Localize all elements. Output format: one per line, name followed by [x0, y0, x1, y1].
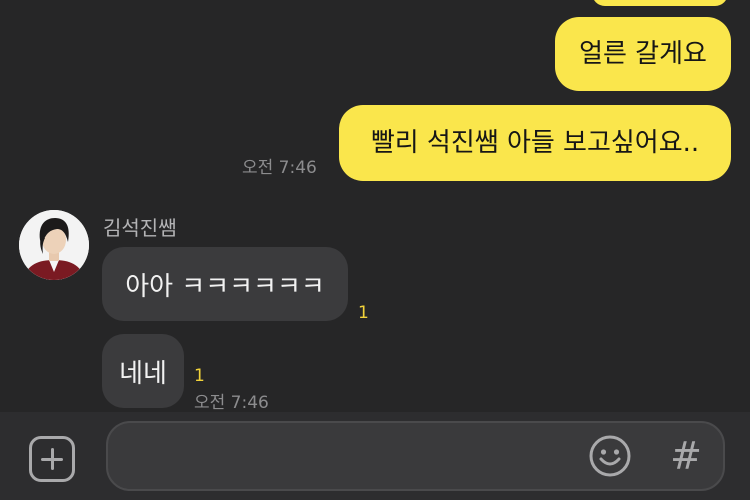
- sent-message-bubble[interactable]: 얼른 갈게요: [555, 17, 731, 91]
- profile-photo: [19, 210, 89, 280]
- sent-message-bubble[interactable]: [592, 0, 728, 6]
- unread-count: 1: [194, 366, 205, 386]
- hash-icon[interactable]: #: [666, 434, 706, 478]
- received-message-bubble[interactable]: 아아 ㅋㅋㅋㅋㅋㅋ: [102, 247, 348, 321]
- received-message-time: 오전 7:46: [194, 393, 269, 412]
- sent-message-text: 얼른 갈게요: [579, 39, 707, 69]
- chat-area: 얼른 갈게요 빨리 석진쌤 아들 보고싶어요.. 오전 7:46 김석진쌤 아아…: [0, 0, 750, 412]
- plus-square-icon[interactable]: [29, 436, 75, 482]
- input-bar: #: [0, 412, 750, 500]
- received-message-text: 아아 ㅋㅋㅋㅋㅋㅋ: [125, 271, 325, 302]
- smiley-icon[interactable]: [588, 434, 632, 478]
- message-input[interactable]: [106, 421, 725, 491]
- received-message-bubble[interactable]: 네네: [102, 334, 184, 408]
- sent-message-bubble[interactable]: 빨리 석진쌤 아들 보고싶어요..: [339, 105, 731, 181]
- unread-count: 1: [358, 303, 369, 323]
- sent-message-time: 오전 7:46: [242, 158, 317, 178]
- sender-name: 김석진쌤: [103, 216, 177, 240]
- sent-message-text: 빨리 석진쌤 아들 보고싶어요..: [370, 128, 700, 158]
- avatar[interactable]: [19, 210, 89, 280]
- received-message-text: 네네: [119, 358, 167, 389]
